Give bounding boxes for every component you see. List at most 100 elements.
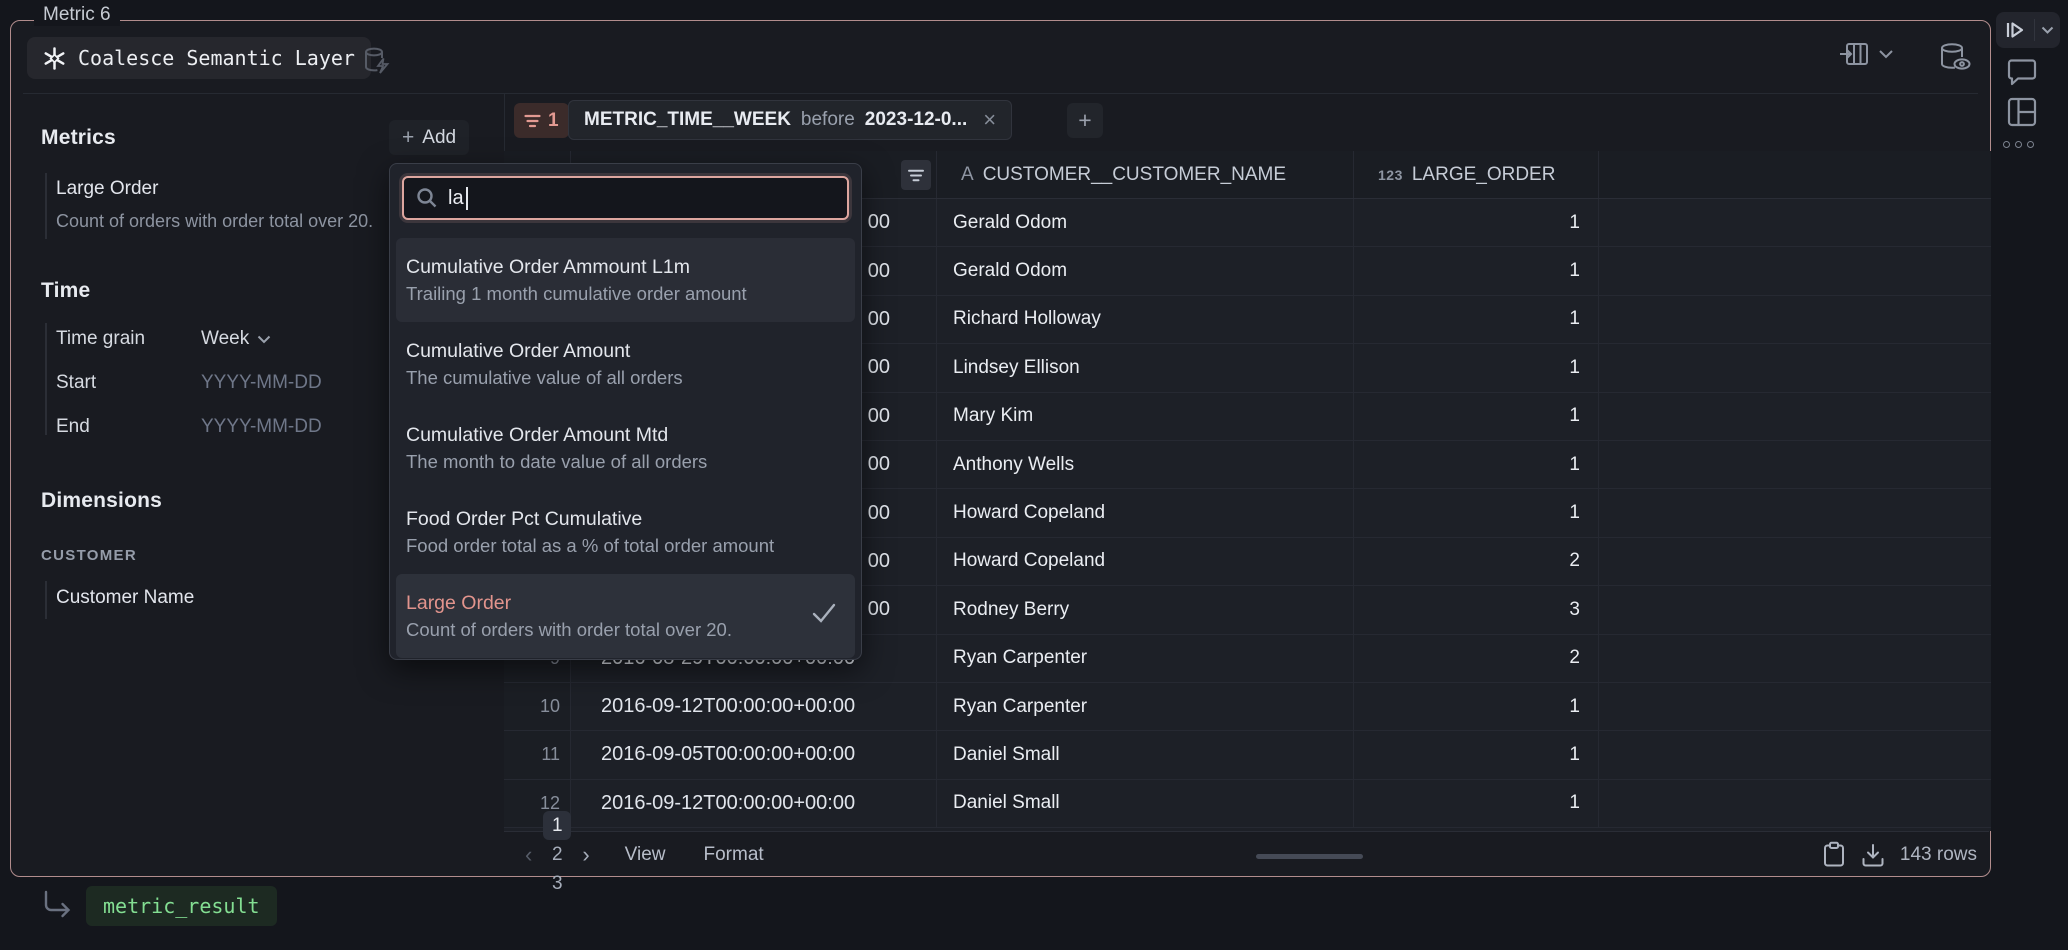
cell-customer-name: Daniel Small: [937, 731, 1354, 779]
row-index: 10: [504, 683, 571, 731]
cell-large-order: 1: [1354, 344, 1599, 392]
cell-large-order: 1: [1354, 441, 1599, 489]
add-filter-button[interactable]: +: [1067, 103, 1103, 138]
chevron-down-icon[interactable]: [1878, 49, 1894, 59]
cell-customer-name: Daniel Small: [937, 780, 1354, 828]
time-heading: Time: [41, 279, 90, 303]
metric-item-description: Count of orders with order total over 20…: [56, 211, 373, 232]
dimensions-heading: Dimensions: [41, 489, 162, 513]
metric-item-title[interactable]: Large Order: [56, 178, 158, 200]
option-title: Cumulative Order Ammount L1m: [406, 256, 845, 279]
cell-large-order: 1: [1354, 199, 1599, 247]
cell-filler: [1599, 683, 1991, 731]
time-grain-select[interactable]: Week: [201, 328, 271, 350]
search-icon: [416, 187, 438, 209]
copy-table-icon[interactable]: [1822, 841, 1846, 868]
row-count-label: 143 rows: [1900, 844, 1977, 866]
cell-customer-name: Gerald Odom: [937, 199, 1354, 247]
option-title: Cumulative Order Amount Mtd: [406, 424, 845, 447]
return-arrow-icon: [42, 890, 72, 918]
metric-search-input[interactable]: la: [402, 176, 849, 220]
start-date-input[interactable]: YYYY-MM-DD: [201, 372, 322, 394]
layout-icon[interactable]: [2007, 97, 2037, 127]
cell-filler: [1599, 731, 1991, 779]
cell-large-order: 1: [1354, 247, 1599, 295]
column-filter-button[interactable]: [901, 160, 931, 190]
metrics-heading: Metrics: [41, 126, 116, 150]
cell-metric-time-week: 2016-09-12T00:00:00+00:00: [571, 683, 937, 731]
dimension-group-label: CUSTOMER: [41, 547, 137, 564]
metric-search-dropdown: la Cumulative Order Ammount L1mTrailing …: [389, 163, 862, 660]
cell-filler: [1599, 296, 1991, 344]
column-header-customer-name[interactable]: A CUSTOMER__CUSTOMER_NAME: [937, 151, 1354, 198]
cell-filler: [1599, 635, 1991, 683]
dimension-item[interactable]: Customer Name: [56, 587, 194, 609]
cell-large-order: 1: [1354, 296, 1599, 344]
option-title: Large Order: [406, 592, 845, 615]
indent-guide: [45, 581, 47, 619]
cell-customer-name: Rodney Berry: [937, 586, 1354, 634]
cell-large-order: 1: [1354, 731, 1599, 779]
text-type-icon: A: [961, 164, 974, 186]
filter-field: METRIC_TIME__WEEK: [584, 109, 791, 131]
more-options-icon[interactable]: [2003, 141, 2034, 148]
header-divider: [23, 93, 1978, 94]
format-menu-button[interactable]: Format: [704, 844, 764, 866]
metric-option-cumulative-order-amount[interactable]: Cumulative Order Amount The cumulative va…: [396, 322, 855, 406]
plus-icon: +: [402, 126, 414, 150]
comment-icon[interactable]: [2006, 58, 2038, 87]
option-title: Food Order Pct Cumulative: [406, 508, 845, 531]
cell-filler: [1599, 247, 1991, 295]
page-button-1[interactable]: 1: [543, 811, 571, 840]
search-query-text: la: [448, 187, 464, 210]
cell-large-order: 1: [1354, 780, 1599, 828]
indent-guide: [45, 323, 47, 435]
indent-guide: [45, 173, 47, 239]
view-menu-button[interactable]: View: [625, 844, 666, 866]
run-cell-button[interactable]: [1996, 21, 2034, 39]
remove-filter-icon[interactable]: ×: [983, 107, 996, 133]
cell-filler: [1599, 441, 1991, 489]
run-options-chevron-icon[interactable]: [2035, 26, 2060, 34]
filter-pill[interactable]: METRIC_TIME__WEEK before 2023-12-0... ×: [568, 100, 1012, 140]
cell-large-order: 1: [1354, 489, 1599, 537]
metric-option-large-order[interactable]: Large OrderCount of orders with order to…: [396, 574, 855, 658]
database-bolt-icon[interactable]: [359, 43, 393, 77]
output-table-icon[interactable]: [1838, 39, 1870, 69]
start-label: Start: [56, 372, 96, 394]
cell-customer-name: Ryan Carpenter: [937, 635, 1354, 683]
table-footer: ‹ 123 › View Format 143 rows: [504, 831, 1989, 877]
metric-option-cumulative-order-ammount-l1m[interactable]: Cumulative Order Ammount L1mTrailing 1 m…: [396, 238, 855, 322]
filter-icon: [524, 114, 541, 128]
option-title: Cumulative Order Amount: [406, 340, 845, 363]
preview-data-icon[interactable]: [1936, 41, 1972, 73]
cell-customer-name: Howard Copeland: [937, 538, 1354, 586]
cell-large-order: 1: [1354, 683, 1599, 731]
option-description: The cumulative value of all orders: [406, 367, 845, 389]
cell-filler: [1599, 538, 1991, 586]
table-row: 102016-09-12T00:00:00+00:00Ryan Carpente…: [504, 683, 1991, 731]
next-page-button[interactable]: ›: [575, 842, 596, 868]
semantic-layer-source-button[interactable]: Coalesce Semantic Layer: [27, 37, 371, 79]
end-label: End: [56, 416, 90, 438]
metric-option-cumulative-order-amount-mtd[interactable]: Cumulative Order Amount Mtd The month to …: [396, 406, 855, 490]
end-date-input[interactable]: YYYY-MM-DD: [201, 416, 322, 438]
cell-customer-name: Anthony Wells: [937, 441, 1354, 489]
metric-option-food-order-pct-cumulative[interactable]: Food Order Pct CumulativeFood order tota…: [396, 490, 855, 574]
option-description: The month to date value of all orders: [406, 451, 845, 473]
filter-count-badge[interactable]: 1: [514, 103, 569, 138]
prev-page-button[interactable]: ‹: [518, 842, 539, 868]
cell-filler: [1599, 489, 1991, 537]
cell-large-order: 2: [1354, 635, 1599, 683]
download-icon[interactable]: [1860, 842, 1886, 868]
page-button-2[interactable]: 2: [543, 840, 571, 869]
page-button-3[interactable]: 3: [543, 869, 571, 898]
cell-customer-name: Richard Holloway: [937, 296, 1354, 344]
result-variable-pill[interactable]: metric_result: [86, 886, 277, 926]
horizontal-scrollbar-thumb[interactable]: [1256, 854, 1363, 859]
time-grain-label: Time grain: [56, 328, 145, 350]
add-metric-button[interactable]: + Add: [389, 120, 469, 155]
column-header-large-order[interactable]: 123 LARGE_ORDER: [1354, 151, 1599, 198]
run-cell-group: [1996, 12, 2060, 48]
filter-operator: before: [801, 109, 855, 131]
